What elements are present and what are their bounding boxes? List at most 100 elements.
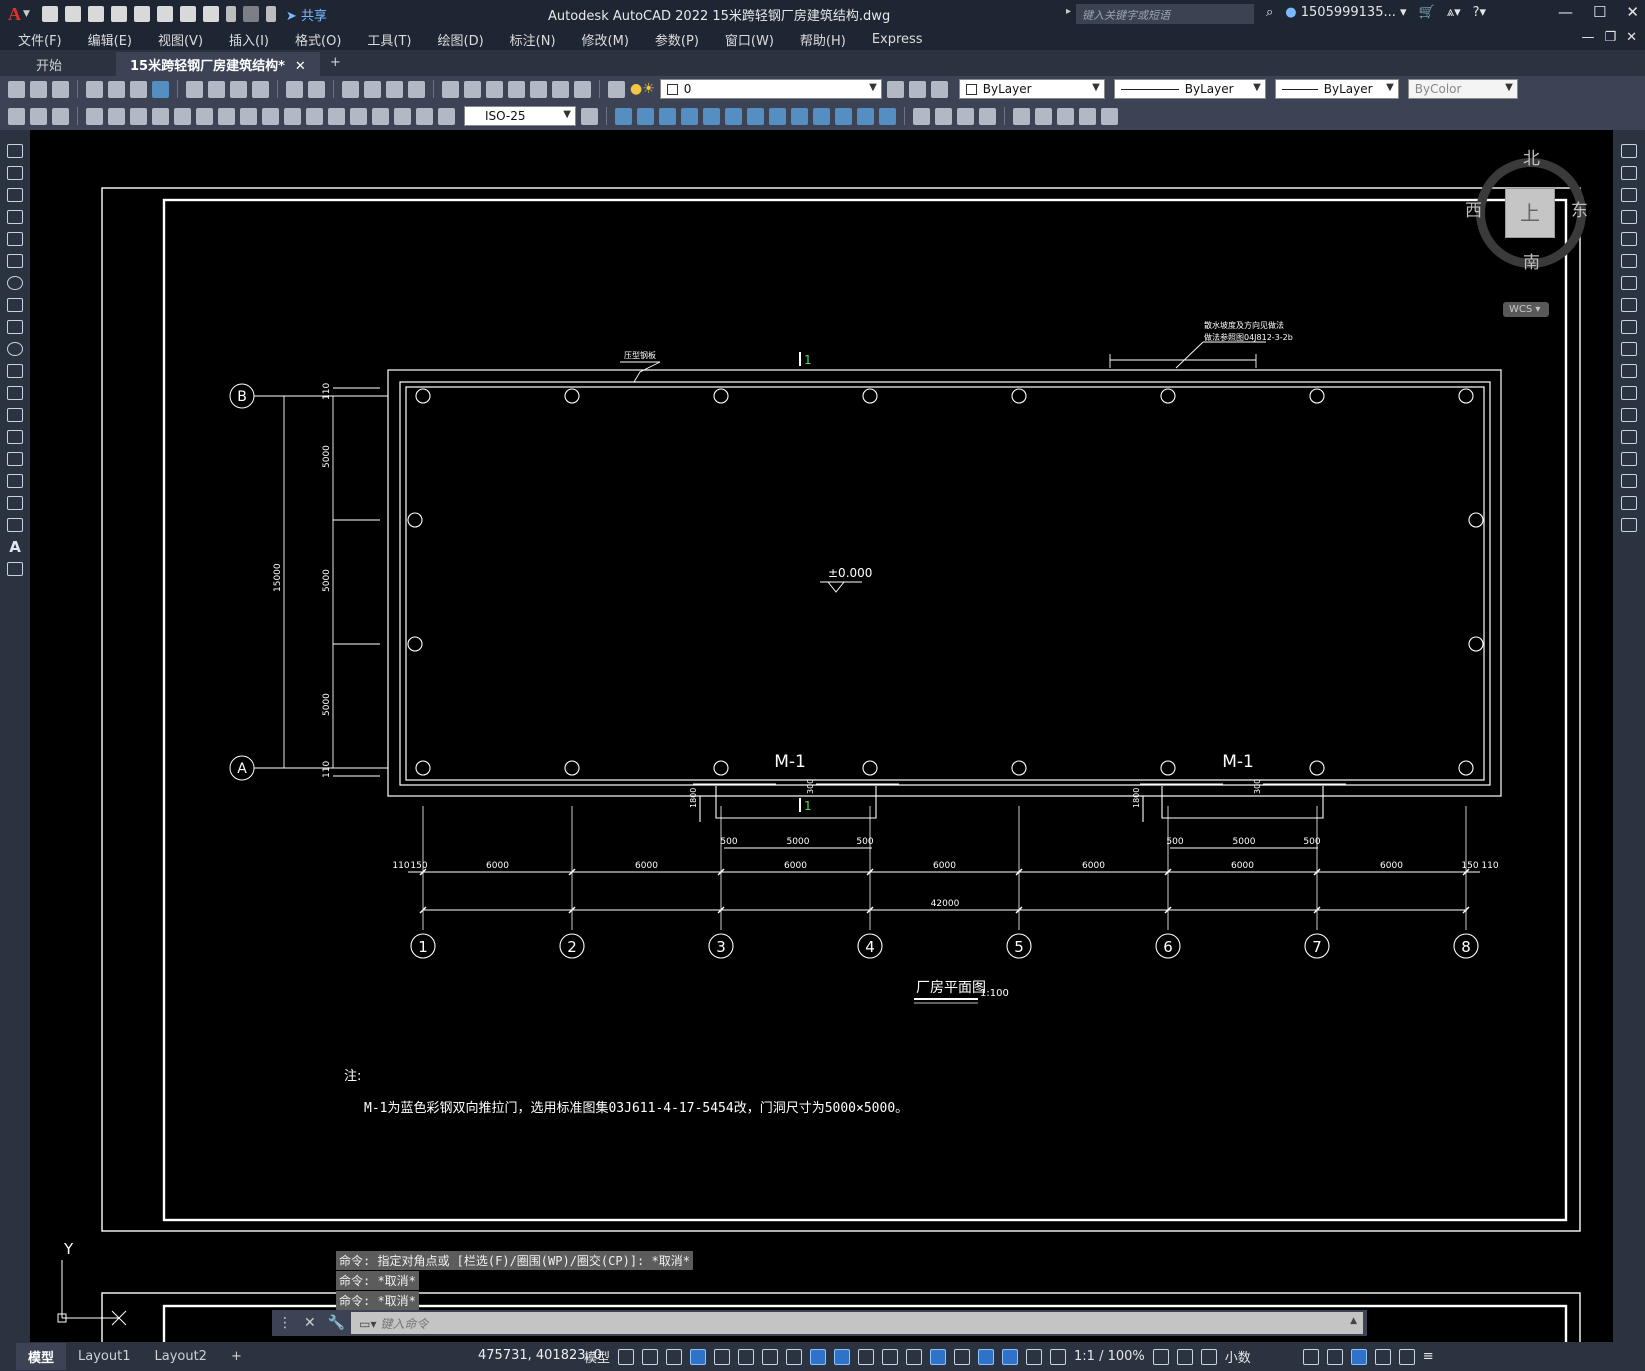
menu-window[interactable]: 窗口(W) — [725, 30, 774, 49]
tab-layout2[interactable]: Layout2 — [142, 1345, 218, 1368]
circle-icon[interactable] — [7, 276, 23, 290]
selection-filter-icon[interactable] — [954, 1348, 971, 1365]
scale-icon[interactable] — [769, 107, 786, 125]
doc-close-button[interactable]: ✕ — [1626, 30, 1637, 45]
stretch-side-icon[interactable] — [1621, 320, 1637, 334]
compass-north[interactable]: 北 — [1523, 144, 1540, 169]
viewcube-top-face[interactable]: 上 — [1505, 188, 1555, 238]
menu-parametric[interactable]: 参数(P) — [655, 30, 699, 49]
rotate-icon[interactable] — [747, 107, 764, 125]
user-account[interactable]: ● 1505999135... ▾ — [1285, 5, 1406, 20]
make-current-layer-icon[interactable] — [886, 80, 904, 98]
cut-icon[interactable] — [186, 80, 203, 98]
add-layout-button[interactable]: + — [219, 1345, 254, 1368]
insert-block-icon[interactable] — [7, 386, 23, 400]
customization-menu-icon[interactable]: ≡ — [1423, 1349, 1434, 1364]
3d-dwf-icon[interactable] — [152, 80, 169, 98]
menu-tools[interactable]: 工具(T) — [367, 30, 411, 49]
dim-linear-icon[interactable] — [8, 107, 25, 125]
table-icon[interactable] — [7, 518, 23, 532]
zoom-window-icon[interactable] — [386, 80, 403, 98]
array-side-icon[interactable] — [1621, 232, 1637, 246]
offset-icon[interactable] — [681, 107, 698, 125]
layer-dropdown[interactable]: 0 ▼ — [659, 79, 882, 99]
menu-express[interactable]: Express — [872, 32, 923, 47]
plot-icon[interactable] — [179, 6, 196, 22]
chamfer-icon[interactable] — [913, 107, 930, 125]
dim-aligned-icon[interactable] — [30, 107, 47, 125]
3d-osnap-icon[interactable] — [906, 1348, 923, 1365]
markup-icon[interactable] — [530, 80, 547, 98]
dim-baseline-icon[interactable] — [218, 107, 235, 125]
dim-continue-icon[interactable] — [240, 107, 257, 125]
stretch-icon[interactable] — [791, 107, 808, 125]
lock-ui-icon[interactable] — [1326, 1348, 1343, 1365]
doc-restore-button[interactable]: ❐ — [1604, 30, 1616, 45]
dynamic-input-icon[interactable] — [690, 1348, 707, 1365]
join-side-icon[interactable] — [1621, 430, 1637, 444]
move-side-icon[interactable] — [1621, 254, 1637, 268]
menu-modify[interactable]: 修改(M) — [582, 30, 629, 49]
compass-west[interactable]: 西 — [1465, 196, 1482, 221]
lineweight-dropdown[interactable]: ByLayer ▼ — [1274, 79, 1399, 99]
inspect-icon[interactable] — [350, 107, 367, 125]
erase-side-icon[interactable] — [1621, 144, 1637, 158]
ellipse-arc-icon[interactable] — [7, 364, 23, 378]
search-icon[interactable]: ⌕ — [1266, 5, 1273, 20]
tab-start[interactable]: 开始 — [22, 52, 76, 76]
cart-icon[interactable]: 🛒 — [1419, 5, 1435, 20]
jogged-linear-icon[interactable] — [372, 107, 389, 125]
dim-arc-icon[interactable] — [52, 107, 69, 125]
array-icon[interactable] — [703, 107, 720, 125]
make-block-icon[interactable] — [7, 408, 23, 422]
dim-radius-icon[interactable] — [108, 107, 125, 125]
save-as-icon[interactable] — [110, 6, 127, 22]
snap-icon[interactable] — [642, 1348, 659, 1365]
layer-previous-icon[interactable] — [908, 80, 926, 98]
chamfer-side-icon[interactable] — [1621, 452, 1637, 466]
copy-clip-icon[interactable] — [1035, 107, 1052, 125]
command-grip-icon[interactable]: ⋮ — [278, 1315, 292, 1331]
publish-icon[interactable] — [130, 80, 147, 98]
polar-icon[interactable] — [738, 1348, 755, 1365]
undo-dropdown-icon[interactable] — [225, 6, 236, 22]
polygon-icon[interactable] — [7, 210, 23, 224]
customize-wrench-icon[interactable]: 🔧 — [328, 1315, 345, 1331]
viewcube[interactable]: 上 北 西 东 南 — [1465, 144, 1615, 314]
center-mark-icon[interactable] — [328, 107, 345, 125]
new-file-icon[interactable] — [41, 6, 58, 22]
polyline-icon[interactable] — [7, 188, 23, 202]
blend-side-icon[interactable] — [1621, 496, 1637, 510]
copy-icon[interactable] — [208, 80, 225, 98]
zoom-realtime-icon[interactable] — [364, 80, 381, 98]
tab-layout1[interactable]: Layout1 — [66, 1345, 142, 1368]
match-properties-icon[interactable] — [252, 80, 269, 98]
extend-side-icon[interactable] — [1621, 364, 1637, 378]
sheet-set-icon[interactable] — [508, 80, 525, 98]
dim-ordinate-icon[interactable] — [86, 107, 103, 125]
print-icon[interactable] — [86, 80, 103, 98]
dim-update-icon[interactable] — [438, 107, 455, 125]
explode-side-icon[interactable] — [1621, 518, 1637, 532]
calculator-icon[interactable] — [552, 80, 569, 98]
color-dropdown[interactable]: ByLayer ▼ — [958, 79, 1105, 99]
gizmo-icon[interactable] — [978, 1348, 995, 1365]
search-expand-icon[interactable]: ▸ — [1066, 6, 1071, 17]
dim-break-icon[interactable] — [284, 107, 301, 125]
a360-icon[interactable]: ⩓▾ — [1447, 5, 1461, 20]
open-web-icon[interactable] — [133, 6, 150, 22]
grid-icon[interactable] — [618, 1348, 635, 1365]
send-back-icon[interactable] — [1079, 107, 1096, 125]
drawing-canvas[interactable]: 12345678 6000 6000 6000 6000 6000 6000 6000 B … — [30, 130, 1613, 1342]
isodraft-icon[interactable] — [762, 1348, 779, 1365]
line-icon[interactable] — [7, 144, 23, 158]
paste-icon[interactable] — [230, 80, 247, 98]
bring-front-icon[interactable] — [1057, 107, 1074, 125]
menu-view[interactable]: 视图(V) — [158, 30, 203, 49]
maximize-button[interactable]: ☐ — [1593, 3, 1606, 21]
move-icon[interactable] — [725, 107, 742, 125]
layer-bulb-icon[interactable]: ●☀ — [630, 81, 655, 97]
close-command-icon[interactable]: ✕ — [304, 1315, 316, 1331]
dimstyle-manager-icon[interactable] — [581, 107, 598, 125]
doc-minimize-button[interactable]: — — [1581, 30, 1594, 45]
